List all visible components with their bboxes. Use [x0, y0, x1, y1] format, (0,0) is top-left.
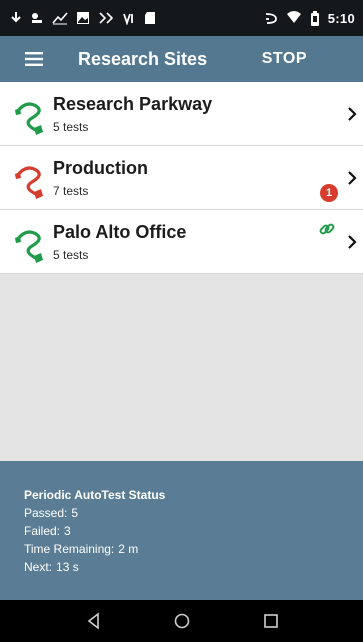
site-row-research-parkway[interactable]: Research Parkway 5 tests — [0, 82, 363, 146]
status-bar-system: 5:10 — [264, 10, 355, 26]
next-label: Next: — [24, 560, 53, 574]
image-icon — [77, 12, 89, 24]
status-failed: Failed: 3 — [24, 522, 363, 540]
link-icon — [319, 223, 335, 235]
stop-button[interactable]: STOP — [262, 36, 307, 82]
site-list: Research Parkway 5 tests Production 7 te… — [0, 82, 363, 274]
site-test-count: 7 tests — [53, 184, 89, 198]
status-next: Next: 13 s — [24, 558, 363, 576]
status-bar-notifications — [10, 11, 156, 25]
page-title: Research Sites — [78, 48, 208, 69]
passed-label: Passed: — [24, 506, 68, 520]
system-nav-bar — [0, 600, 363, 642]
status-time-remaining: Time Remaining: 2 m — [24, 540, 363, 558]
sd-card-icon — [145, 12, 155, 24]
alert-count-badge: 1 — [320, 184, 338, 202]
vpn-icon — [123, 13, 133, 25]
failed-label: Failed: — [24, 524, 61, 538]
cast-icon — [265, 13, 277, 24]
signal-test-icon — [99, 12, 114, 24]
site-name: Production — [53, 158, 148, 178]
time-remaining-value: 2 m — [118, 542, 139, 556]
status-time: 5:10 — [327, 10, 355, 26]
site-name: Palo Alto Office — [53, 222, 187, 242]
site-test-count: 5 tests — [53, 120, 89, 134]
site-name: Research Parkway — [53, 94, 213, 114]
app-bar: Research Sites STOP — [0, 36, 363, 82]
back-icon[interactable] — [84, 611, 104, 631]
wifi-icon — [286, 11, 301, 23]
status-passed: Passed: 5 — [24, 504, 363, 522]
passed-value: 5 — [71, 506, 79, 520]
network-cable-icon — [15, 102, 43, 135]
status-panel-title: Periodic AutoTest Status — [24, 488, 166, 502]
menu-button[interactable] — [12, 36, 56, 82]
status-bar: 5:10 — [0, 0, 363, 36]
time-remaining-label: Time Remaining: — [24, 542, 115, 556]
hamburger-icon — [25, 52, 43, 66]
home-icon[interactable] — [172, 611, 192, 631]
next-value: 13 s — [56, 560, 79, 574]
site-test-count: 5 tests — [53, 248, 89, 262]
chevron-right-icon — [348, 107, 357, 121]
chevron-right-icon — [348, 171, 357, 185]
stats-icon — [52, 12, 68, 25]
failed-value: 3 — [64, 524, 71, 538]
site-row-palo-alto-office[interactable]: Palo Alto Office 5 tests — [0, 210, 363, 274]
battery-saver-icon — [32, 13, 42, 23]
chevron-right-icon — [348, 235, 357, 249]
network-cable-icon — [15, 230, 43, 263]
battery-icon — [310, 10, 319, 26]
network-cable-icon — [15, 166, 43, 199]
download-icon — [11, 12, 21, 23]
recents-icon[interactable] — [261, 611, 281, 631]
site-row-production[interactable]: Production 7 tests 1 — [0, 146, 363, 210]
autotest-status-panel: Periodic AutoTest Status Passed: 5 Faile… — [0, 461, 363, 600]
